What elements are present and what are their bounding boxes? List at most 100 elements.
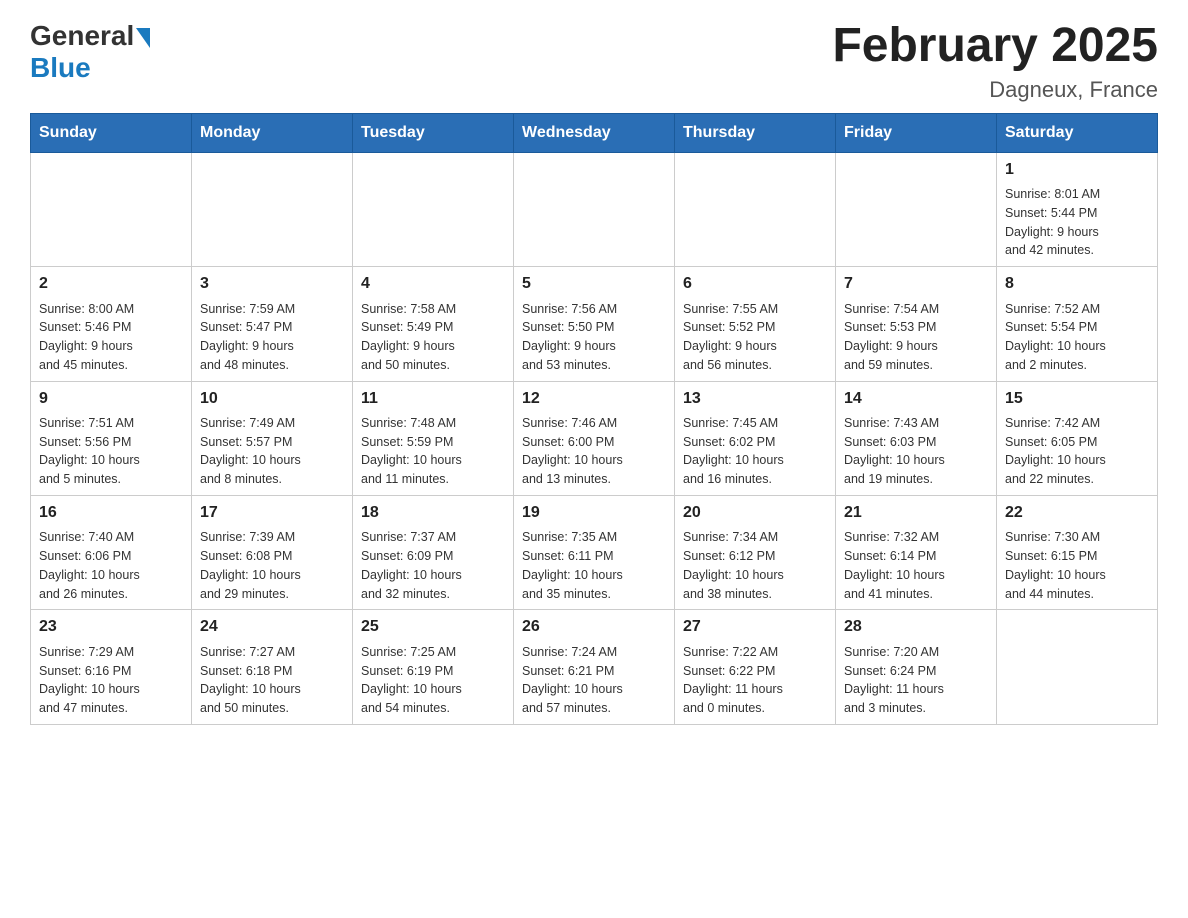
col-monday: Monday xyxy=(192,113,353,152)
day-info: Sunrise: 7:37 AMSunset: 6:09 PMDaylight:… xyxy=(361,530,462,600)
day-info: Sunrise: 7:30 AMSunset: 6:15 PMDaylight:… xyxy=(1005,530,1106,600)
col-friday: Friday xyxy=(836,113,997,152)
logo: General Blue xyxy=(30,20,150,84)
day-number: 8 xyxy=(1005,273,1149,295)
col-tuesday: Tuesday xyxy=(353,113,514,152)
day-info: Sunrise: 7:25 AMSunset: 6:19 PMDaylight:… xyxy=(361,645,462,715)
table-row: 25 Sunrise: 7:25 AMSunset: 6:19 PMDayligh… xyxy=(353,610,514,724)
table-row: 7Sunrise: 7:54 AMSunset: 5:53 PMDaylight… xyxy=(836,267,997,381)
calendar-week-row: 9 Sunrise: 7:51 AMSunset: 5:56 PMDaylight… xyxy=(31,381,1158,495)
day-number: 25 xyxy=(361,616,505,638)
day-number: 22 xyxy=(1005,502,1149,524)
day-number: 27 xyxy=(683,616,827,638)
calendar-week-row: 2Sunrise: 8:00 AMSunset: 5:46 PMDaylight… xyxy=(31,267,1158,381)
table-row xyxy=(675,152,836,266)
day-info: Sunrise: 7:27 AMSunset: 6:18 PMDaylight:… xyxy=(200,645,301,715)
day-info: Sunrise: 7:32 AMSunset: 6:14 PMDaylight:… xyxy=(844,530,945,600)
calendar-table: Sunday Monday Tuesday Wednesday Thursday… xyxy=(30,113,1158,725)
col-thursday: Thursday xyxy=(675,113,836,152)
table-row: 19 Sunrise: 7:35 AMSunset: 6:11 PMDayligh… xyxy=(514,495,675,609)
table-row xyxy=(31,152,192,266)
table-row: 14 Sunrise: 7:43 AMSunset: 6:03 PMDayligh… xyxy=(836,381,997,495)
month-title: February 2025 xyxy=(832,20,1158,73)
day-info: Sunrise: 7:59 AMSunset: 5:47 PMDaylight:… xyxy=(200,302,295,372)
table-row xyxy=(192,152,353,266)
day-number: 21 xyxy=(844,502,988,524)
table-row: 3 Sunrise: 7:59 AMSunset: 5:47 PMDaylight… xyxy=(192,267,353,381)
table-row: 24Sunrise: 7:27 AMSunset: 6:18 PMDayligh… xyxy=(192,610,353,724)
day-number: 19 xyxy=(522,502,666,524)
day-info: Sunrise: 7:39 AMSunset: 6:08 PMDaylight:… xyxy=(200,530,301,600)
day-number: 12 xyxy=(522,388,666,410)
day-number: 9 xyxy=(39,388,183,410)
day-info: Sunrise: 7:51 AMSunset: 5:56 PMDaylight:… xyxy=(39,416,140,486)
title-section: February 2025 Dagneux, France xyxy=(832,20,1158,103)
table-row: 8 Sunrise: 7:52 AMSunset: 5:54 PMDaylight… xyxy=(997,267,1158,381)
table-row: 5 Sunrise: 7:56 AMSunset: 5:50 PMDaylight… xyxy=(514,267,675,381)
day-info: Sunrise: 8:01 AMSunset: 5:44 PMDaylight:… xyxy=(1005,187,1100,257)
day-number: 16 xyxy=(39,502,183,524)
table-row: 15 Sunrise: 7:42 AMSunset: 6:05 PMDayligh… xyxy=(997,381,1158,495)
table-row: 26 Sunrise: 7:24 AMSunset: 6:21 PMDayligh… xyxy=(514,610,675,724)
day-number: 6 xyxy=(683,273,827,295)
day-info: Sunrise: 7:54 AMSunset: 5:53 PMDaylight:… xyxy=(844,302,939,372)
day-info: Sunrise: 7:34 AMSunset: 6:12 PMDaylight:… xyxy=(683,530,784,600)
calendar-header-row: Sunday Monday Tuesday Wednesday Thursday… xyxy=(31,113,1158,152)
table-row: 12Sunrise: 7:46 AMSunset: 6:00 PMDayligh… xyxy=(514,381,675,495)
table-row xyxy=(514,152,675,266)
table-row: 20Sunrise: 7:34 AMSunset: 6:12 PMDayligh… xyxy=(675,495,836,609)
day-number: 3 xyxy=(200,273,344,295)
day-info: Sunrise: 7:55 AMSunset: 5:52 PMDaylight:… xyxy=(683,302,778,372)
col-sunday: Sunday xyxy=(31,113,192,152)
day-number: 28 xyxy=(844,616,988,638)
day-info: Sunrise: 7:40 AMSunset: 6:06 PMDaylight:… xyxy=(39,530,140,600)
day-number: 4 xyxy=(361,273,505,295)
table-row: 22 Sunrise: 7:30 AMSunset: 6:15 PMDayligh… xyxy=(997,495,1158,609)
table-row: 13 Sunrise: 7:45 AMSunset: 6:02 PMDayligh… xyxy=(675,381,836,495)
table-row: 6 Sunrise: 7:55 AMSunset: 5:52 PMDaylight… xyxy=(675,267,836,381)
day-info: Sunrise: 7:22 AMSunset: 6:22 PMDaylight:… xyxy=(683,645,783,715)
location: Dagneux, France xyxy=(832,77,1158,103)
day-info: Sunrise: 7:35 AMSunset: 6:11 PMDaylight:… xyxy=(522,530,623,600)
day-number: 18 xyxy=(361,502,505,524)
calendar-week-row: 1 Sunrise: 8:01 AMSunset: 5:44 PMDaylight… xyxy=(31,152,1158,266)
table-row: 16 Sunrise: 7:40 AMSunset: 6:06 PMDayligh… xyxy=(31,495,192,609)
logo-blue-text: Blue xyxy=(30,52,91,84)
day-number: 26 xyxy=(522,616,666,638)
day-number: 11 xyxy=(361,388,505,410)
day-number: 23 xyxy=(39,616,183,638)
table-row xyxy=(353,152,514,266)
day-info: Sunrise: 7:56 AMSunset: 5:50 PMDaylight:… xyxy=(522,302,617,372)
table-row: 10Sunrise: 7:49 AMSunset: 5:57 PMDayligh… xyxy=(192,381,353,495)
calendar-week-row: 16 Sunrise: 7:40 AMSunset: 6:06 PMDayligh… xyxy=(31,495,1158,609)
table-row xyxy=(997,610,1158,724)
day-info: Sunrise: 7:52 AMSunset: 5:54 PMDaylight:… xyxy=(1005,302,1106,372)
page-header: General Blue February 2025 Dagneux, Fran… xyxy=(30,20,1158,103)
day-info: Sunrise: 7:43 AMSunset: 6:03 PMDaylight:… xyxy=(844,416,945,486)
logo-general-text: General xyxy=(30,20,134,52)
day-info: Sunrise: 7:45 AMSunset: 6:02 PMDaylight:… xyxy=(683,416,784,486)
day-number: 15 xyxy=(1005,388,1149,410)
day-info: Sunrise: 7:20 AMSunset: 6:24 PMDaylight:… xyxy=(844,645,944,715)
table-row xyxy=(836,152,997,266)
day-number: 14 xyxy=(844,388,988,410)
day-number: 1 xyxy=(1005,159,1149,181)
table-row: 18 Sunrise: 7:37 AMSunset: 6:09 PMDayligh… xyxy=(353,495,514,609)
day-number: 13 xyxy=(683,388,827,410)
day-info: Sunrise: 7:24 AMSunset: 6:21 PMDaylight:… xyxy=(522,645,623,715)
day-info: Sunrise: 7:42 AMSunset: 6:05 PMDaylight:… xyxy=(1005,416,1106,486)
day-info: Sunrise: 7:48 AMSunset: 5:59 PMDaylight:… xyxy=(361,416,462,486)
logo-arrow-icon xyxy=(136,28,150,48)
table-row: 17Sunrise: 7:39 AMSunset: 6:08 PMDayligh… xyxy=(192,495,353,609)
day-number: 10 xyxy=(200,388,344,410)
table-row: 2Sunrise: 8:00 AMSunset: 5:46 PMDaylight… xyxy=(31,267,192,381)
col-saturday: Saturday xyxy=(997,113,1158,152)
table-row: 1 Sunrise: 8:01 AMSunset: 5:44 PMDaylight… xyxy=(997,152,1158,266)
table-row: 11 Sunrise: 7:48 AMSunset: 5:59 PMDayligh… xyxy=(353,381,514,495)
day-info: Sunrise: 7:29 AMSunset: 6:16 PMDaylight:… xyxy=(39,645,140,715)
day-info: Sunrise: 8:00 AMSunset: 5:46 PMDaylight:… xyxy=(39,302,134,372)
day-number: 5 xyxy=(522,273,666,295)
table-row: 23 Sunrise: 7:29 AMSunset: 6:16 PMDayligh… xyxy=(31,610,192,724)
col-wednesday: Wednesday xyxy=(514,113,675,152)
table-row: 28 Sunrise: 7:20 AMSunset: 6:24 PMDayligh… xyxy=(836,610,997,724)
